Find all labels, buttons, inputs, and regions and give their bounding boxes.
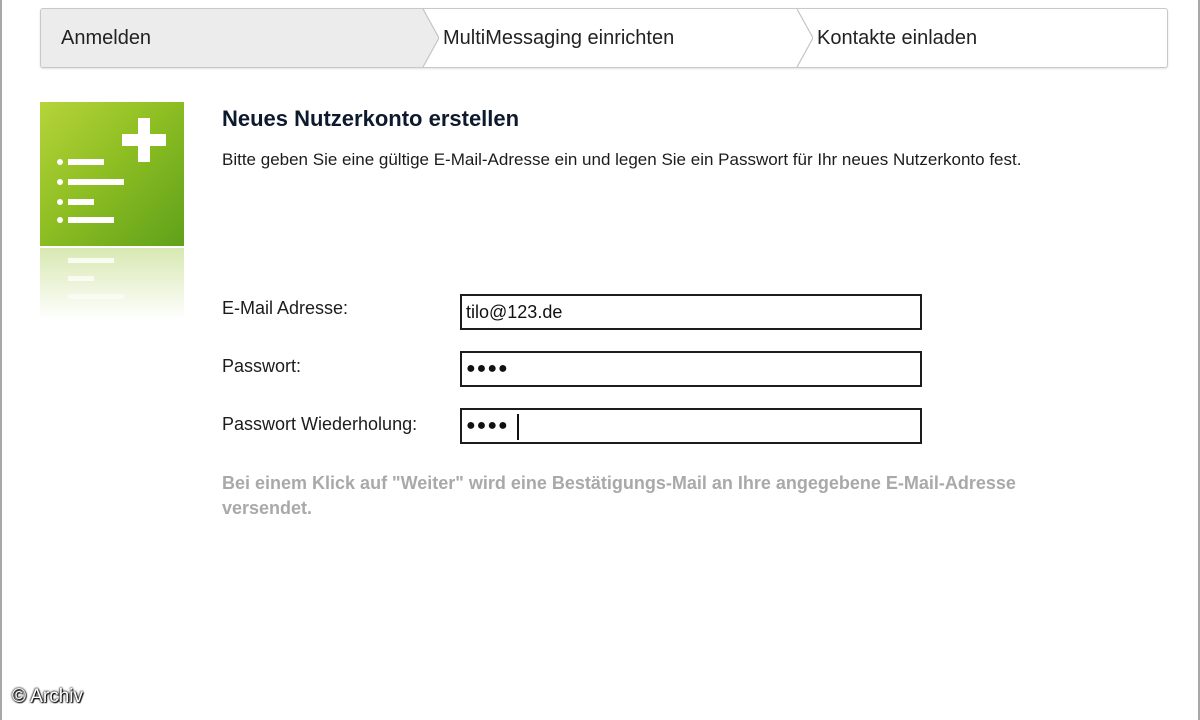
password-repeat-field[interactable] [460,408,922,444]
step-kontakte[interactable]: Kontakte einladen [817,9,1167,67]
step-label: Anmelden [61,26,152,49]
page-description: Bitte geben Sie eine gültige E-Mail-Adre… [222,150,1022,169]
icon-tile [40,102,184,246]
step-multimessaging[interactable]: MultiMessaging einrichten [441,9,801,67]
reflection-lines-icon [68,258,124,299]
password-label: Passwort: [222,356,302,376]
copyright-watermark: © Archiv [12,686,84,707]
wizard-steps: Anmelden MultiMessaging einrichten Konta… [40,8,1168,68]
step-separator-icon [796,9,813,67]
page-title: Neues Nutzerkonto erstellen [222,106,520,131]
step-separator-icon [409,9,439,67]
password-repeat-label: Passwort Wiederholung: [222,414,418,434]
icon-reflection [40,248,184,320]
confirmation-note: Bei einem Klick auf "Weiter" wird eine B… [222,473,1016,518]
email-field[interactable] [460,294,922,330]
step-label: Kontakte einladen [817,26,978,49]
text-caret [517,414,519,440]
email-label: E-Mail Adresse: [222,298,349,318]
step-label: MultiMessaging einrichten [443,26,675,49]
step-anmelden[interactable]: Anmelden [41,9,413,67]
add-account-icon [40,102,184,320]
list-plus-icon [57,118,166,223]
app-window: Anmelden MultiMessaging einrichten Konta… [0,0,1200,720]
password-field[interactable] [460,351,922,387]
